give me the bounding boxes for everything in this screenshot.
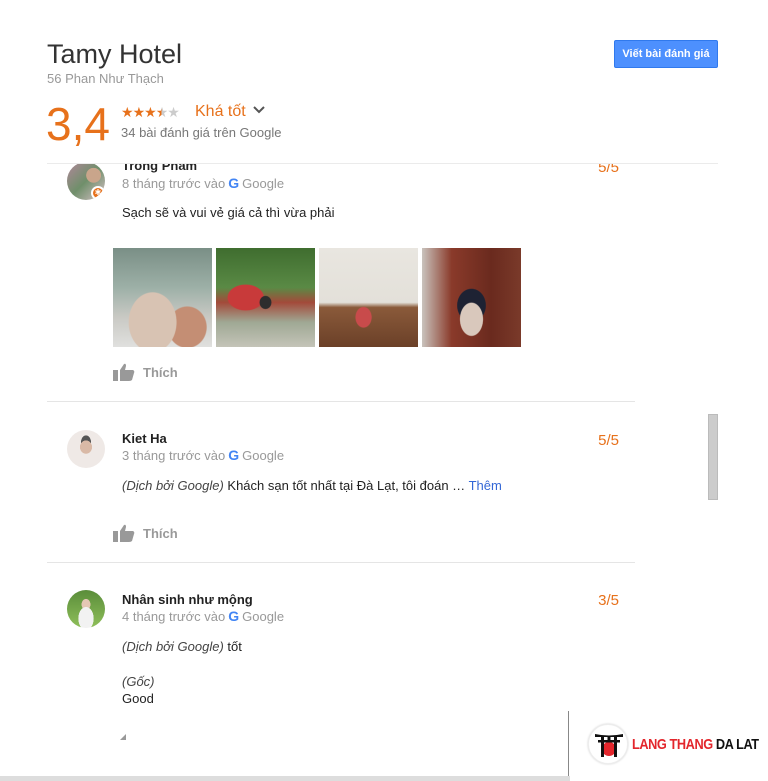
more-link[interactable]: Thêm	[469, 478, 502, 493]
chevron-down-icon[interactable]	[253, 104, 265, 118]
review-photo[interactable]	[113, 248, 212, 347]
write-review-button[interactable]: Viết bài đánh giá	[614, 40, 718, 68]
like-button[interactable]: Thích	[113, 363, 178, 381]
rating-value: 3,4	[46, 98, 110, 150]
review-text: Sạch sẽ và vui vẻ giá cả thì vừa phải	[122, 205, 335, 220]
review-time: 8 tháng trước vào	[122, 175, 226, 191]
logo-text: LANG THANG DA LAT	[632, 736, 759, 753]
like-label: Thích	[143, 525, 178, 541]
star-empty-icon: ★	[167, 104, 180, 120]
star-half-icon: ★	[155, 104, 169, 120]
star-icon: ★	[132, 104, 146, 120]
review-score: 5/5	[598, 164, 619, 176]
review-time: 3 tháng trước vào	[122, 447, 226, 463]
review-score: 3/5	[598, 592, 619, 609]
avatar[interactable]	[67, 430, 105, 468]
place-title: Tamy Hotel	[47, 39, 183, 69]
original-text: Good	[122, 691, 154, 706]
rating-label[interactable]: Khá tốt	[195, 103, 246, 121]
google-icon: G	[228, 608, 240, 624]
review-score: 5/5	[598, 432, 619, 449]
review-text: (Dịch bởi Google) tốt	[122, 639, 242, 654]
star-icon: ★	[144, 104, 157, 120]
review-item: Kiet Ha 3 tháng trước vào G Google 5/5 (…	[47, 402, 635, 563]
translated-prefix: (Dịch bởi Google)	[122, 639, 224, 654]
review-meta: 8 tháng trước vào G Google	[122, 175, 284, 191]
review-text: (Dịch bởi Google) Khách sạn tốt nhất tại…	[122, 478, 502, 493]
bottom-bar	[0, 776, 570, 781]
frame-border	[568, 711, 569, 781]
review-body: tốt	[223, 639, 242, 654]
avatar[interactable]: ✱	[67, 164, 105, 200]
place-header: Tamy Hotel 56 Phan Như Thạch 3,4 ★★★★★ K…	[0, 0, 768, 164]
review-source: Google	[242, 175, 285, 191]
like-label: Thích	[143, 364, 178, 380]
resize-handle-icon[interactable]	[120, 734, 126, 740]
local-guide-badge-icon: ✱	[91, 186, 105, 200]
reviewer-name[interactable]: Trong Pham	[122, 164, 197, 173]
review-meta: 3 tháng trước vào G Google	[122, 447, 284, 463]
star-rating: ★★★★★	[121, 104, 180, 121]
review-photos	[113, 248, 521, 347]
reviews-list[interactable]: ✱ Trong Pham 8 tháng trước vào G Google …	[0, 164, 768, 781]
reviewer-name[interactable]: Kiet Ha	[122, 431, 167, 446]
avatar[interactable]	[67, 590, 105, 628]
review-body: Khách sạn tốt nhất tại Đà Lạt, tôi đoán …	[223, 478, 469, 493]
like-button[interactable]: Thích	[113, 524, 178, 542]
review-item: ✱ Trong Pham 8 tháng trước vào G Google …	[47, 164, 635, 402]
thumbs-up-icon	[113, 524, 135, 542]
google-icon: G	[228, 175, 240, 191]
review-source: Google	[242, 447, 285, 463]
review-photo[interactable]	[422, 248, 521, 347]
review-meta: 4 tháng trước vào G Google	[122, 608, 284, 624]
review-photo[interactable]	[216, 248, 315, 347]
review-photo[interactable]	[319, 248, 418, 347]
original-label: (Gốc)	[122, 674, 155, 689]
review-item: Nhân sinh như mộng 4 tháng trước vào G G…	[47, 562, 635, 742]
logo-text-black: DA LAT	[715, 735, 759, 753]
review-time: 4 tháng trước vào	[122, 608, 226, 624]
translated-prefix: (Dịch bởi Google)	[122, 478, 224, 493]
google-icon: G	[228, 447, 240, 463]
scrollbar-thumb[interactable]	[708, 414, 718, 500]
torii-gate-icon	[588, 724, 628, 764]
place-address: 56 Phan Như Thạch	[47, 71, 164, 86]
watermark-logo: LANG THANG DA LAT	[588, 724, 768, 764]
thumbs-up-icon	[113, 363, 135, 381]
review-source: Google	[242, 608, 285, 624]
review-count: 34 bài đánh giá trên Google	[121, 125, 282, 140]
logo-text-red: LANG THANG	[632, 735, 713, 753]
reviewer-name[interactable]: Nhân sinh như mộng	[122, 592, 253, 607]
star-icon: ★	[121, 104, 134, 120]
